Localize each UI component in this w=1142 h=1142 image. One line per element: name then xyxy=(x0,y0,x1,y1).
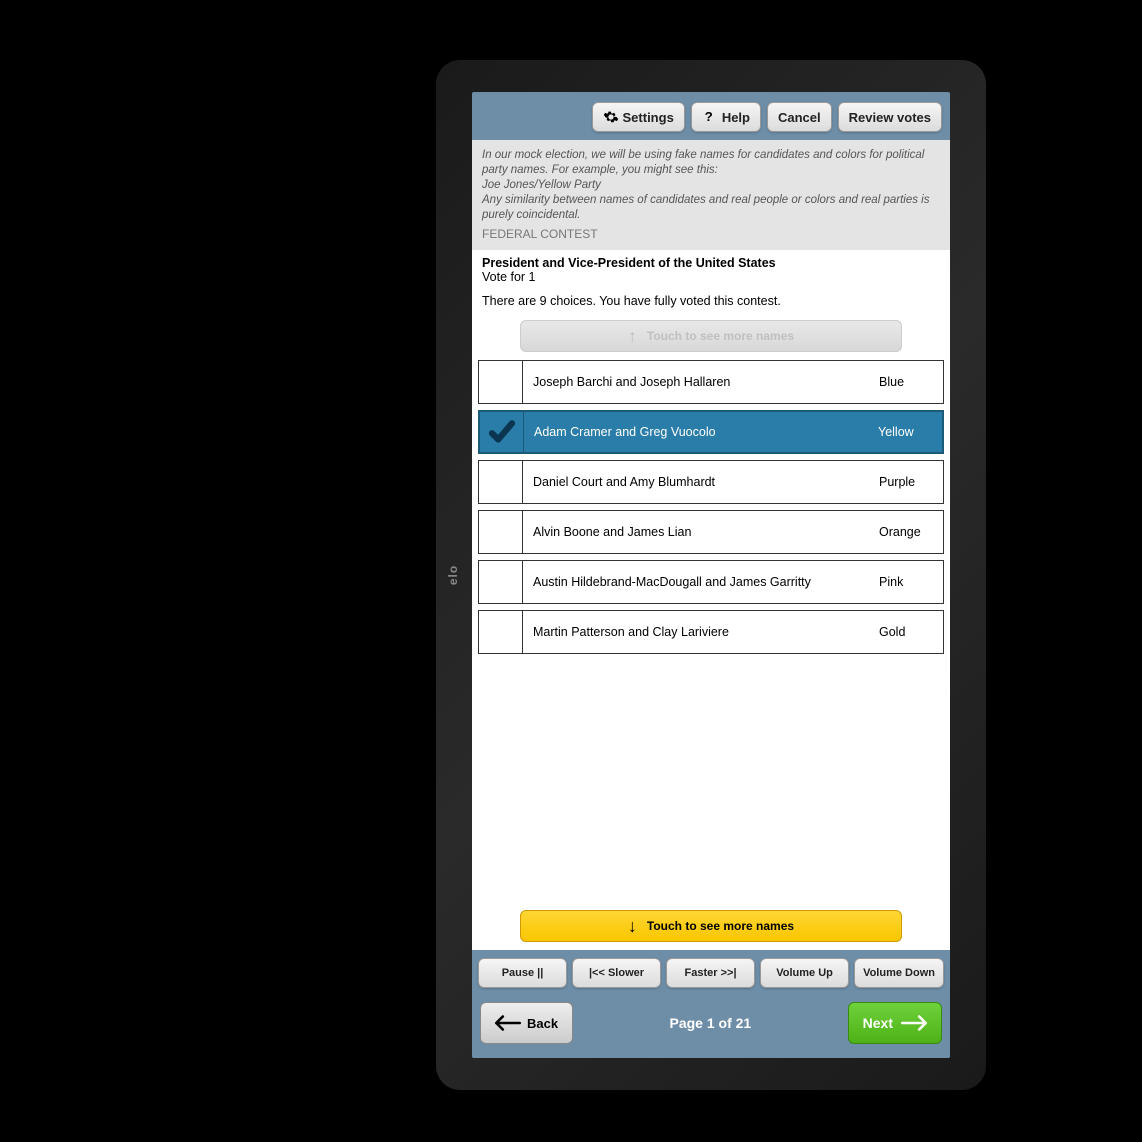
faster-label: Faster >>| xyxy=(685,967,737,979)
pause-label: Pause || xyxy=(502,967,544,979)
candidate-row[interactable]: Alvin Boone and James LianOrange xyxy=(478,510,944,554)
settings-label: Settings xyxy=(623,110,674,125)
candidate-checkbox xyxy=(479,511,523,553)
disclaimer-line: Joe Jones/Yellow Party xyxy=(482,178,940,193)
candidate-name: Daniel Court and Amy Blumhardt xyxy=(523,461,873,503)
candidate-row[interactable]: Martin Patterson and Clay LariviereGold xyxy=(478,610,944,654)
pause-button[interactable]: Pause || xyxy=(478,958,567,988)
help-button[interactable]: ? Help xyxy=(691,102,761,132)
candidate-name: Alvin Boone and James Lian xyxy=(523,511,873,553)
arrow-down-icon: ↓ xyxy=(628,916,637,937)
disclaimer-block: In our mock election, we will be using f… xyxy=(472,140,950,250)
help-label: Help xyxy=(722,110,750,125)
tablet-frame: elo Settings ? Help Cancel Review votes xyxy=(436,60,986,1090)
candidate-party: Yellow xyxy=(872,412,942,452)
candidate-party: Purple xyxy=(873,461,943,503)
section-label: FEDERAL CONTEST xyxy=(482,227,940,243)
candidate-party: Pink xyxy=(873,561,943,603)
cancel-label: Cancel xyxy=(778,110,821,125)
contest-title: President and Vice-President of the Unit… xyxy=(482,256,940,270)
review-votes-button[interactable]: Review votes xyxy=(838,102,942,132)
content-area: In our mock election, we will be using f… xyxy=(472,140,950,950)
arrow-right-icon xyxy=(901,1013,927,1033)
candidate-row[interactable]: Austin Hildebrand-MacDougall and James G… xyxy=(478,560,944,604)
contest-header: President and Vice-President of the Unit… xyxy=(472,250,950,290)
candidate-party: Orange xyxy=(873,511,943,553)
screen: Settings ? Help Cancel Review votes In o… xyxy=(472,92,950,1058)
scroll-down-label: Touch to see more names xyxy=(647,919,794,933)
candidate-name: Joseph Barchi and Joseph Hallaren xyxy=(523,361,873,403)
page-indicator: Page 1 of 21 xyxy=(583,1015,838,1031)
scroll-down-button[interactable]: ↓ Touch to see more names xyxy=(520,910,902,942)
slower-button[interactable]: |<< Slower xyxy=(572,958,661,988)
nav-bar: Back Page 1 of 21 Next xyxy=(472,996,950,1058)
volume-up-button[interactable]: Volume Up xyxy=(760,958,849,988)
next-label: Next xyxy=(863,1015,893,1031)
question-icon: ? xyxy=(702,109,718,125)
scroll-up-button[interactable]: ↑ Touch to see more names xyxy=(520,320,902,352)
svg-text:?: ? xyxy=(704,109,712,124)
review-label: Review votes xyxy=(849,110,931,125)
candidate-checkbox xyxy=(479,361,523,403)
disclaimer-line: Any similarity between names of candidat… xyxy=(482,193,940,223)
contest-status: There are 9 choices. You have fully vote… xyxy=(472,290,950,316)
candidate-checkbox xyxy=(479,561,523,603)
faster-button[interactable]: Faster >>| xyxy=(666,958,755,988)
candidate-checkbox xyxy=(480,412,524,452)
settings-button[interactable]: Settings xyxy=(592,102,685,132)
contest-vote-for: Vote for 1 xyxy=(482,270,940,284)
candidate-party: Blue xyxy=(873,361,943,403)
gear-icon xyxy=(603,109,619,125)
scroll-up-label: Touch to see more names xyxy=(647,329,794,343)
volume-down-button[interactable]: Volume Down xyxy=(854,958,944,988)
next-button[interactable]: Next xyxy=(848,1002,942,1044)
disclaimer-line: In our mock election, we will be using f… xyxy=(482,148,940,178)
candidate-party: Gold xyxy=(873,611,943,653)
audio-toolbar: Pause || |<< Slower Faster >>| Volume Up… xyxy=(472,950,950,996)
checkmark-icon xyxy=(487,417,517,447)
arrow-up-icon: ↑ xyxy=(628,326,637,347)
candidate-name: Adam Cramer and Greg Vuocolo xyxy=(524,412,872,452)
candidate-row[interactable]: Daniel Court and Amy BlumhardtPurple xyxy=(478,460,944,504)
candidate-checkbox xyxy=(479,611,523,653)
top-toolbar: Settings ? Help Cancel Review votes xyxy=(472,92,950,140)
arrow-left-icon xyxy=(495,1013,521,1033)
back-label: Back xyxy=(527,1016,558,1031)
candidate-list: Joseph Barchi and Joseph HallarenBlueAda… xyxy=(472,360,950,906)
volume-up-label: Volume Up xyxy=(776,967,833,979)
back-button[interactable]: Back xyxy=(480,1002,573,1044)
candidate-name: Martin Patterson and Clay Lariviere xyxy=(523,611,873,653)
candidate-checkbox xyxy=(479,461,523,503)
volume-down-label: Volume Down xyxy=(863,967,935,979)
candidate-row[interactable]: Adam Cramer and Greg VuocoloYellow xyxy=(478,410,944,454)
candidate-name: Austin Hildebrand-MacDougall and James G… xyxy=(523,561,873,603)
device-brand-logo: elo xyxy=(446,565,460,585)
candidate-row[interactable]: Joseph Barchi and Joseph HallarenBlue xyxy=(478,360,944,404)
cancel-button[interactable]: Cancel xyxy=(767,102,832,132)
slower-label: |<< Slower xyxy=(589,967,644,979)
